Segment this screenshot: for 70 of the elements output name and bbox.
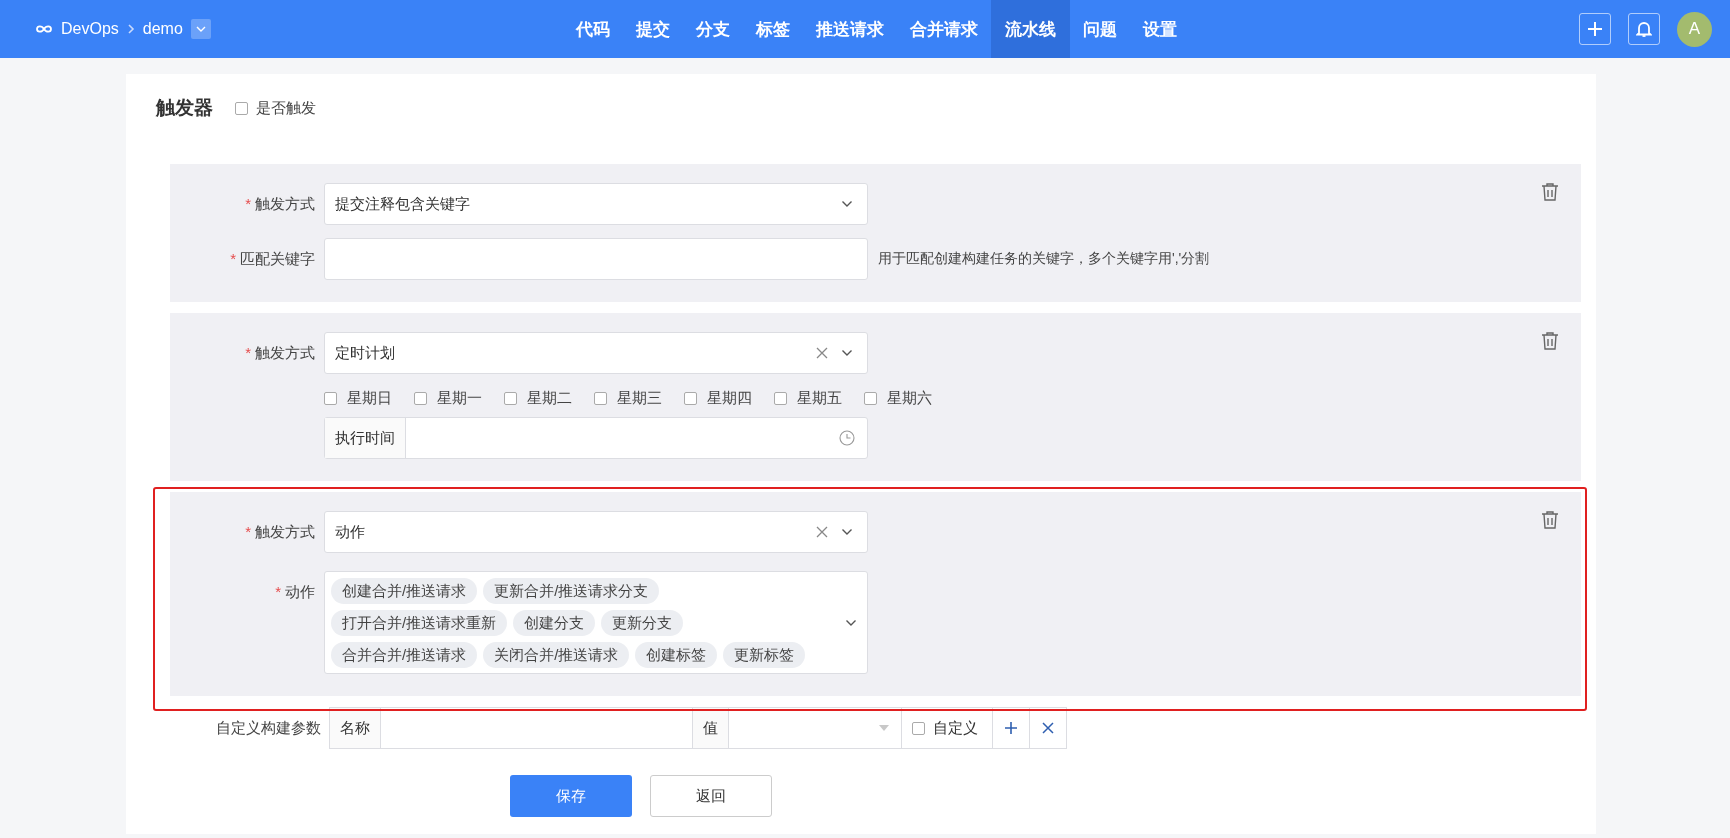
field-label: * 动作 (274, 582, 316, 602)
remove-param-button[interactable] (1029, 707, 1067, 749)
nav-tab[interactable]: 提交 (623, 0, 683, 58)
project-dropdown-button[interactable] (190, 19, 211, 39)
nav-tab[interactable]: 标签 (743, 0, 803, 58)
chevron-right-icon (126, 23, 135, 35)
trigger-method-select[interactable]: 动作 (324, 511, 868, 553)
weekday-checkbox[interactable]: 星期二 (504, 388, 572, 408)
field-label: * 触发方式 (244, 522, 316, 542)
weekday-checkbox[interactable]: 星期一 (414, 388, 482, 408)
delete-icon[interactable] (1541, 510, 1559, 530)
weekday-checkbox[interactable]: 星期六 (864, 388, 932, 408)
bell-icon (1636, 20, 1652, 38)
nav-tab[interactable]: 合并请求 (897, 0, 991, 58)
time-field[interactable]: 执行时间 (324, 417, 868, 459)
action-tag: 创建合并/推送请求 (331, 577, 478, 604)
chevron-down-icon (841, 528, 853, 536)
chevron-down-icon (841, 349, 853, 357)
action-tag: 更新标签 (723, 641, 806, 668)
section-title: 触发器 (156, 96, 213, 120)
infinity-icon (35, 24, 53, 34)
hint-text: 用于匹配创建构建任务的关键字，多个关键字用','分割 (878, 250, 1210, 268)
action-tag: 关闭合并/推送请求 (483, 641, 630, 668)
notification-button[interactable] (1628, 13, 1660, 45)
clear-icon[interactable] (815, 346, 829, 360)
nav-tab[interactable]: 代码 (563, 0, 623, 58)
plus-icon (1586, 20, 1604, 38)
clock-icon (839, 430, 855, 446)
param-value-select[interactable] (728, 707, 902, 749)
field-label: 自定义构建参数 (215, 718, 322, 738)
nav-tab[interactable]: 设置 (1130, 0, 1190, 58)
caret-down-icon (879, 725, 889, 731)
weekday-checkbox[interactable]: 星期三 (594, 388, 662, 408)
trigger-checkbox[interactable]: 是否触发 (235, 98, 316, 118)
field-label: * 匹配关键字 (229, 249, 316, 269)
back-button[interactable]: 返回 (650, 775, 772, 817)
delete-icon[interactable] (1541, 182, 1559, 202)
weekday-checkbox[interactable]: 星期四 (684, 388, 752, 408)
nav-tab[interactable]: 问题 (1070, 0, 1130, 58)
action-tag: 打开合并/推送请求重新 (331, 609, 508, 636)
plus-icon (1004, 721, 1018, 735)
chevron-down-icon (841, 200, 853, 208)
clear-icon[interactable] (815, 525, 829, 539)
chevron-down-icon (845, 619, 857, 627)
add-button[interactable] (1579, 13, 1611, 45)
project-link[interactable]: demo (142, 20, 183, 38)
field-label: * 触发方式 (244, 343, 316, 363)
delete-icon[interactable] (1541, 331, 1559, 351)
param-name-input[interactable] (380, 707, 693, 749)
nav-tab[interactable]: 流水线 (991, 0, 1070, 58)
add-param-button[interactable] (992, 707, 1030, 749)
weekday-checkbox[interactable]: 星期五 (774, 388, 842, 408)
action-tag: 更新合并/推送请求分支 (483, 577, 660, 604)
keyword-input[interactable] (324, 238, 868, 280)
weekday-checkbox[interactable]: 星期日 (324, 388, 392, 408)
name-label: 名称 (329, 707, 381, 749)
nav-tab[interactable]: 分支 (683, 0, 743, 58)
action-multiselect[interactable]: 创建合并/推送请求 更新合并/推送请求分支 打开合并/推送请求重新 创建分支 更新分支 合并合并/推送请求 关闭合并/推送请求 创建标签 更新标签 (324, 571, 868, 674)
action-tag: 创建标签 (635, 641, 718, 668)
save-button[interactable]: 保存 (510, 775, 632, 817)
close-icon (1042, 722, 1054, 734)
nav-tab[interactable]: 推送请求 (803, 0, 897, 58)
action-tag: 创建分支 (513, 609, 596, 636)
trigger-method-select[interactable]: 提交注释包含关键字 (324, 183, 868, 225)
action-tag: 合并合并/推送请求 (331, 641, 478, 668)
chevron-down-icon (195, 26, 206, 32)
field-label: * 触发方式 (244, 194, 316, 214)
brand-link[interactable]: DevOps (61, 20, 119, 38)
trigger-method-select[interactable]: 定时计划 (324, 332, 868, 374)
action-tag: 更新分支 (601, 609, 684, 636)
